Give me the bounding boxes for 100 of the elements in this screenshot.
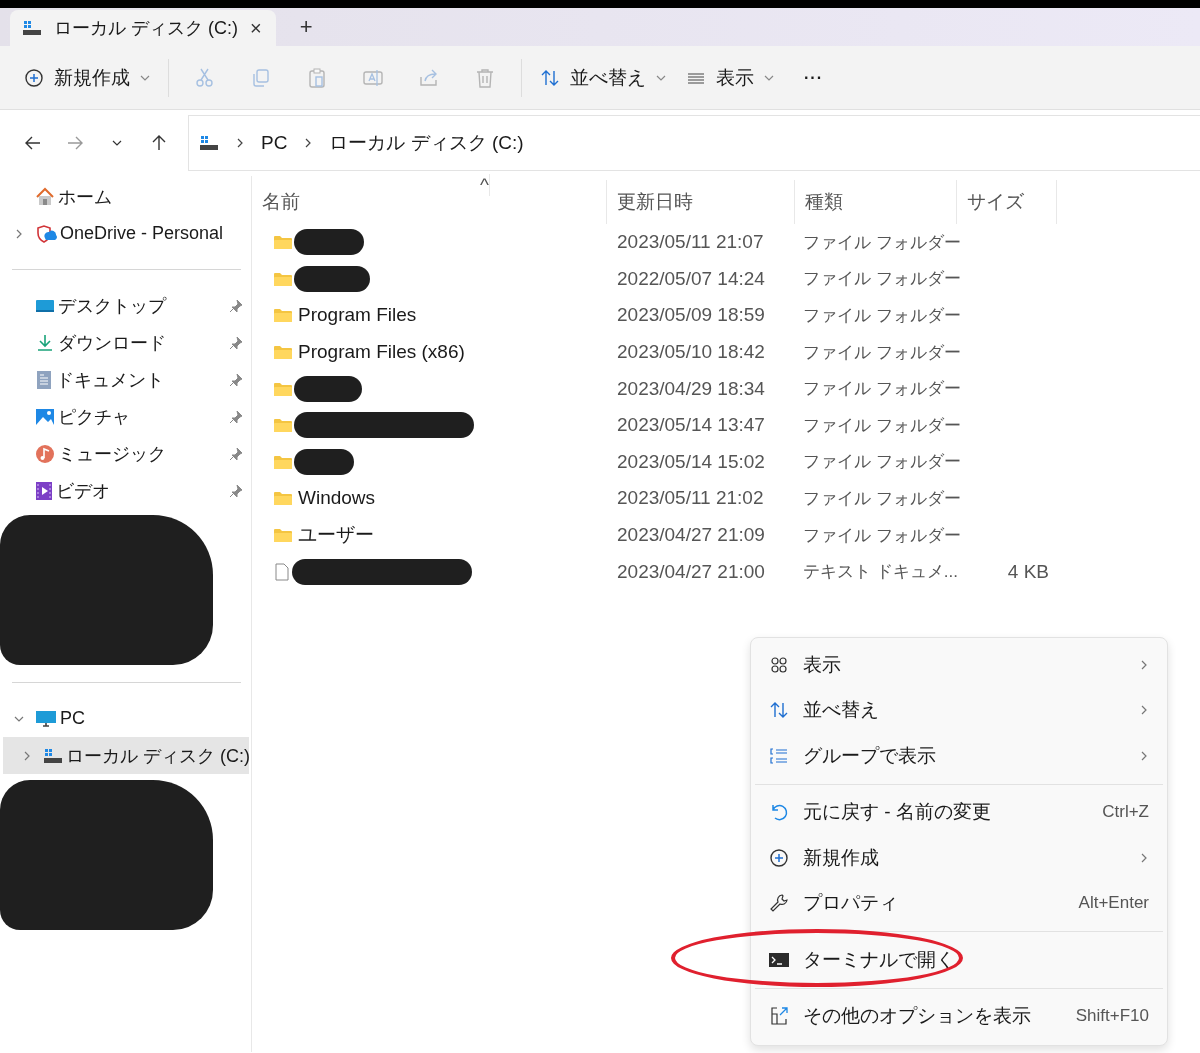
file-type: ファイル フォルダー — [803, 487, 961, 510]
document-icon — [35, 369, 53, 390]
grid-icon — [769, 654, 789, 675]
shortcut-label: Shift+F10 — [1075, 1006, 1149, 1027]
sidebar-item[interactable]: ダウンロード — [0, 324, 249, 361]
new-button[interactable]: 新規作成 — [14, 57, 160, 98]
folder-icon — [274, 271, 292, 286]
modified-date: 2023/04/27 21:00 — [616, 560, 765, 583]
column-header[interactable]: サイズ — [957, 180, 1057, 224]
address-bar[interactable]: PC ローカル ディスク (C:) — [188, 115, 1200, 171]
pc-icon — [35, 708, 57, 729]
external-icon — [769, 1006, 789, 1027]
video-icon — [35, 480, 53, 501]
sidebar-item[interactable]: ローカル ディスク (C:) — [3, 737, 249, 774]
folder-icon — [274, 381, 292, 396]
sidebar-item[interactable]: OneDrive - Personal — [0, 215, 249, 252]
recent-icon — [112, 138, 122, 148]
folder-icon — [274, 235, 292, 250]
breadcrumb[interactable]: PC — [261, 132, 288, 154]
more-button[interactable]: ··· — [794, 57, 833, 98]
submenu-icon — [1139, 705, 1149, 716]
shortcut-label: Alt+Enter — [1078, 893, 1149, 914]
submenu-icon — [1139, 659, 1149, 670]
drive-icon — [22, 20, 42, 36]
download-icon — [35, 332, 55, 353]
delete-icon — [474, 66, 496, 89]
group-icon — [769, 745, 789, 766]
sidebar-item[interactable]: ピクチャ — [0, 398, 249, 435]
modified-date: 2023/04/29 18:34 — [616, 377, 765, 400]
picture-icon — [35, 406, 55, 427]
folder-icon — [274, 345, 292, 360]
modified-date: 2023/05/09 18:59 — [616, 304, 765, 327]
modified-date: 2023/05/14 15:02 — [616, 450, 765, 473]
sort-indicator: ^ — [442, 174, 490, 196]
file-type: テキスト ドキュメ... — [803, 561, 958, 584]
breadcrumb[interactable]: ローカル ディスク (C:) — [329, 130, 524, 156]
modified-date: 2022/05/07 14:24 — [616, 267, 765, 290]
submenu-icon — [1139, 852, 1149, 863]
drive-icon — [43, 747, 63, 764]
menu-item[interactable]: 元に戻す - 名前の変更 Ctrl+Z — [751, 789, 1167, 835]
file-type: ファイル フォルダー — [803, 414, 961, 437]
music-icon — [35, 443, 55, 464]
undo-icon — [769, 802, 789, 823]
modified-date: 2023/04/27 21:09 — [616, 524, 765, 547]
terminal-icon — [769, 951, 789, 968]
view-button[interactable]: 表示 — [676, 57, 784, 98]
file-name[interactable]: Windows — [298, 487, 376, 510]
sidebar-item[interactable]: ドキュメント — [0, 361, 249, 398]
folder-icon — [274, 418, 292, 433]
menu-item[interactable]: 表示 — [751, 642, 1167, 688]
drive-icon — [199, 135, 219, 151]
up-icon — [150, 134, 168, 152]
menu-item[interactable]: ターミナルで開く — [751, 937, 1167, 983]
desktop-icon — [35, 297, 55, 314]
close-icon[interactable]: × — [250, 16, 262, 40]
file-type: ファイル フォルダー — [803, 268, 961, 291]
sidebar-item[interactable]: ビデオ — [0, 472, 249, 509]
new-icon — [769, 847, 789, 868]
file-type: ファイル フォルダー — [803, 231, 961, 254]
sidebar-item[interactable]: ホーム — [0, 178, 249, 215]
sidebar-item[interactable]: ミュージック — [0, 435, 249, 472]
menu-item[interactable]: 並べ替え — [751, 687, 1167, 733]
sidebar-item[interactable]: PC — [0, 700, 249, 737]
folder-icon — [274, 491, 292, 506]
modified-date: 2023/05/14 13:47 — [616, 414, 765, 437]
shortcut-label: Ctrl+Z — [1102, 802, 1149, 823]
sidebar-item[interactable]: デスクトップ — [0, 287, 249, 324]
menu-item[interactable]: 新規作成 — [751, 835, 1167, 881]
column-header[interactable]: 種類 — [795, 180, 957, 224]
file-type: ファイル フォルダー — [803, 305, 961, 327]
file-icon — [274, 562, 290, 581]
file-type: ファイル フォルダー — [803, 378, 961, 401]
menu-item[interactable]: グループで表示 — [751, 733, 1167, 779]
file-type: ファイル フォルダー — [803, 341, 961, 364]
file-type: ファイル フォルダー — [803, 524, 961, 547]
file-size: 4 KB — [1007, 560, 1049, 582]
submenu-icon — [1139, 750, 1149, 761]
cloud-icon — [35, 223, 57, 244]
modified-date: 2023/05/10 18:42 — [616, 341, 765, 364]
cut-icon — [194, 66, 216, 89]
modified-date: 2023/05/11 21:07 — [616, 231, 764, 254]
modified-date: 2023/05/11 21:02 — [616, 487, 764, 510]
folder-icon — [274, 308, 292, 323]
paste-icon — [306, 66, 328, 89]
folder-icon — [274, 454, 292, 469]
new-icon — [24, 67, 44, 88]
separator-icon — [235, 138, 245, 148]
column-header[interactable]: 更新日時 — [607, 180, 795, 224]
file-name[interactable]: ユーザー — [298, 522, 374, 549]
tab[interactable]: ローカル ディスク (C:) × — [10, 10, 276, 46]
menu-item[interactable]: プロパティ Alt+Enter — [751, 880, 1167, 926]
menu-item[interactable]: その他のオプションを表示 Shift+F10 — [751, 993, 1167, 1039]
new-tab-button[interactable]: + — [293, 14, 319, 40]
wrench-icon — [769, 893, 789, 914]
sort-button[interactable]: 並べ替え — [530, 57, 676, 98]
file-name[interactable]: Program Files — [298, 304, 417, 327]
file-name[interactable]: Program Files (x86) — [298, 341, 465, 364]
copy-icon — [250, 66, 272, 89]
folder-icon — [274, 528, 292, 543]
file-type: ファイル フォルダー — [803, 451, 961, 474]
